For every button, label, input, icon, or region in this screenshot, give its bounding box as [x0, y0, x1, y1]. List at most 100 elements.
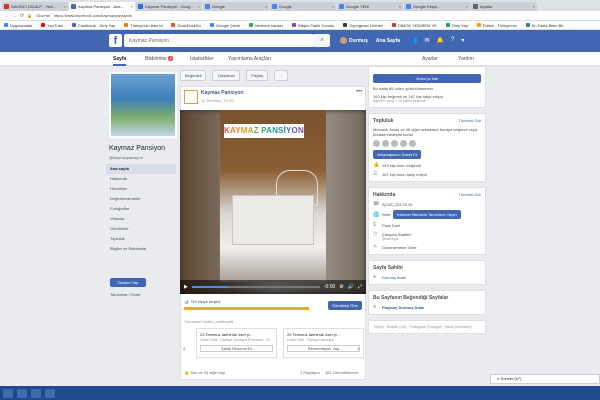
bookmark-item[interactable]: Futbol - Türkiye'nin	[476, 23, 517, 28]
suggest-edits-link[interactable]: Düzenlemeler Öner	[382, 245, 417, 250]
avatar[interactable]	[382, 140, 389, 147]
post-views[interactable]: 352 Görüntülenme	[325, 370, 358, 375]
avatar[interactable]	[373, 140, 380, 147]
avatar[interactable]	[400, 140, 407, 147]
about-see-all[interactable]: Tümünü Gör	[459, 192, 481, 197]
left-nav-item[interactable]: Fotoğraflar	[106, 204, 176, 214]
forward-icon[interactable]: →	[12, 13, 17, 19]
tab-insights[interactable]: İstatistikler	[190, 56, 214, 62]
browser-tab[interactable]: Ayarlar ×	[471, 2, 537, 11]
search-input[interactable]: Kaymaz Pansiyon	[124, 34, 314, 47]
carousel-prev-icon[interactable]: ‹	[183, 346, 185, 353]
bookmark-item[interactable]: Türkiye'nin lider bi	[124, 23, 162, 28]
close-icon[interactable]: ×	[399, 4, 401, 9]
owner-name[interactable]: Durmuş Adalı	[382, 275, 406, 280]
page-profile-picture[interactable]	[109, 72, 177, 138]
language-links[interactable]: Türkçe · English (US) · Português (Portu…	[373, 325, 481, 329]
bookmark-item[interactable]: Facebook - Giriş Yap	[72, 23, 115, 28]
help-icon[interactable]: ?	[451, 37, 454, 44]
watch-video-button[interactable]: Video'yu İzle	[373, 74, 481, 83]
suggestion-card[interactable]: 20 Temmuz tarihinde özel çi... Hotel Kit…	[283, 328, 364, 358]
taskbar-app-icon[interactable]	[31, 388, 41, 398]
left-nav-item[interactable]: Değerlendirmeler	[106, 194, 176, 204]
volume-icon[interactable]: 🔊	[348, 284, 354, 290]
taskbar-app-icon[interactable]	[45, 388, 55, 398]
play-icon[interactable]: ▶	[184, 284, 188, 290]
browser-tab[interactable]: Google ×	[270, 2, 336, 11]
carousel-next-icon[interactable]: ›	[357, 346, 359, 353]
home-link[interactable]: Ana Sayfa	[376, 38, 400, 44]
follow-button[interactable]: Takiptesin	[212, 70, 241, 81]
browser-tab[interactable]: Google Ekspl... ×	[404, 2, 470, 11]
menu-chevron-icon[interactable]: ▾	[461, 37, 464, 44]
left-nav-item[interactable]: Gönderiler	[106, 224, 176, 234]
bookmark-item[interactable]: Giriş Yap	[445, 23, 468, 28]
bookmark-item[interactable]: Bilişim Tarihi Cumhu	[292, 23, 334, 28]
bookmark-item[interactable]: DİMOK YEDİREM YE	[392, 23, 437, 28]
chat-bar[interactable]: ● Sohbet (67)	[490, 374, 600, 384]
bookmark-item[interactable]: Oyungezer Ürünler	[343, 23, 383, 28]
reload-icon[interactable]: ⟳	[20, 13, 24, 19]
bookmark-item[interactable]: YouTube	[41, 23, 63, 28]
left-nav-item[interactable]: Videolar	[106, 214, 176, 224]
avatar[interactable]	[391, 140, 398, 147]
address-url[interactable]: https://www.facebook.com/kaymazpansiyon/	[54, 13, 132, 18]
card-button[interactable]: Şimdi Rezerve Et	[200, 345, 273, 352]
phone-text[interactable]: 0(242) 224 03 26	[382, 202, 412, 207]
left-nav-item[interactable]: Ana sayfa	[106, 164, 176, 174]
invite-friends-button[interactable]: Arkadaşlarını Davet Et	[373, 150, 422, 159]
bookmark-item[interactable]: En Fazla Bilen Bir	[525, 23, 564, 28]
browser-tab[interactable]: Google ×	[203, 2, 269, 11]
community-see-all[interactable]: Tümünü Gör	[459, 118, 481, 123]
page-handle[interactable]: @kaymazpansiyon	[109, 155, 143, 160]
promote-website-button[interactable]: İnternet Sitenizin Tanıtımını Yapın	[393, 210, 461, 219]
user-profile-link[interactable]: Durmuş Ana Sayfa	[340, 37, 400, 44]
settings-icon[interactable]: ⚙	[339, 284, 343, 290]
notifications-icon[interactable]: 🔔	[437, 37, 444, 44]
browser-tab[interactable]: Kaymaz Pansiyon - Goog... ×	[136, 2, 202, 11]
post-date[interactable]: 11 Temmuz, 22:39	[201, 98, 234, 103]
tab-page[interactable]: Sayfa	[113, 56, 127, 66]
avatar[interactable]	[409, 140, 416, 147]
liked-page-name[interactable]: Playboy Durmuş Adalı	[382, 305, 424, 310]
fullscreen-icon[interactable]: ⤢	[358, 284, 362, 290]
like-button[interactable]: Beğenildi	[180, 70, 207, 81]
tab-notifications[interactable]: Bildirimler 4	[145, 56, 173, 62]
card-button[interactable]: Rezervasyon Yap	[287, 345, 360, 352]
close-icon[interactable]: ×	[466, 4, 468, 9]
left-nav-item[interactable]: Hizmetler	[106, 184, 176, 194]
more-button[interactable]: ...	[274, 70, 288, 81]
left-nav-item[interactable]: Hakkında	[106, 174, 176, 184]
bookmark-item[interactable]: Uygulamalar	[4, 23, 32, 28]
address-bar[interactable]: ← → ⟳ 🔒 Güvenli https://www.facebook.com…	[0, 11, 600, 21]
video-progress-bar[interactable]	[191, 286, 320, 288]
taskbar-app-icon[interactable]	[17, 388, 27, 398]
bookmark-item[interactable]: Merhem kanser	[249, 23, 283, 28]
bookmark-item[interactable]: Google Çeviri	[210, 23, 240, 28]
messages-icon[interactable]: ✉	[424, 37, 429, 44]
tab-settings[interactable]: Ayarlar	[422, 56, 438, 62]
browser-tab[interactable]: Kaymaz Pansiyon - Ana... ×	[69, 2, 135, 11]
start-icon[interactable]	[3, 388, 13, 398]
suggestion-card[interactable]: 23 Temmuz tarihinde özel çi... Hotel Kit…	[196, 328, 277, 358]
promote-button[interactable]: Tanıtım Yap	[110, 278, 146, 287]
post-shares[interactable]: 1 Paylaşım	[300, 370, 320, 375]
post-options-icon[interactable]: •••	[356, 89, 362, 95]
boost-post-button[interactable]: Gönderiyi Öne Çıkar	[328, 301, 362, 317]
bookmark-item[interactable]: DuckDuckGo	[171, 23, 201, 28]
browser-tab[interactable]: Google YENİ ×	[337, 2, 403, 11]
tab-help[interactable]: Yardım	[458, 56, 474, 62]
close-icon[interactable]: ×	[533, 4, 535, 9]
tab-publishing-tools[interactable]: Yayımlama Araçları	[228, 56, 271, 62]
manage-promotions-link[interactable]: Tanıtımları Yönet	[110, 292, 140, 297]
browser-tab[interactable]: DAVINCI DİZALP - Yeni... ×	[2, 2, 68, 11]
close-icon[interactable]: ×	[332, 4, 334, 9]
close-icon[interactable]: ×	[131, 4, 133, 9]
close-icon[interactable]: ×	[64, 4, 66, 9]
search-icon[interactable]: ⌕	[314, 34, 330, 47]
post-likes[interactable]: 👍 Sen ve 43 diğer kişi	[184, 370, 225, 375]
close-icon[interactable]: ×	[265, 4, 267, 9]
post-author-avatar[interactable]	[184, 90, 198, 104]
back-icon[interactable]: ←	[4, 13, 9, 19]
left-nav-item[interactable]: Topluluk	[106, 234, 176, 244]
